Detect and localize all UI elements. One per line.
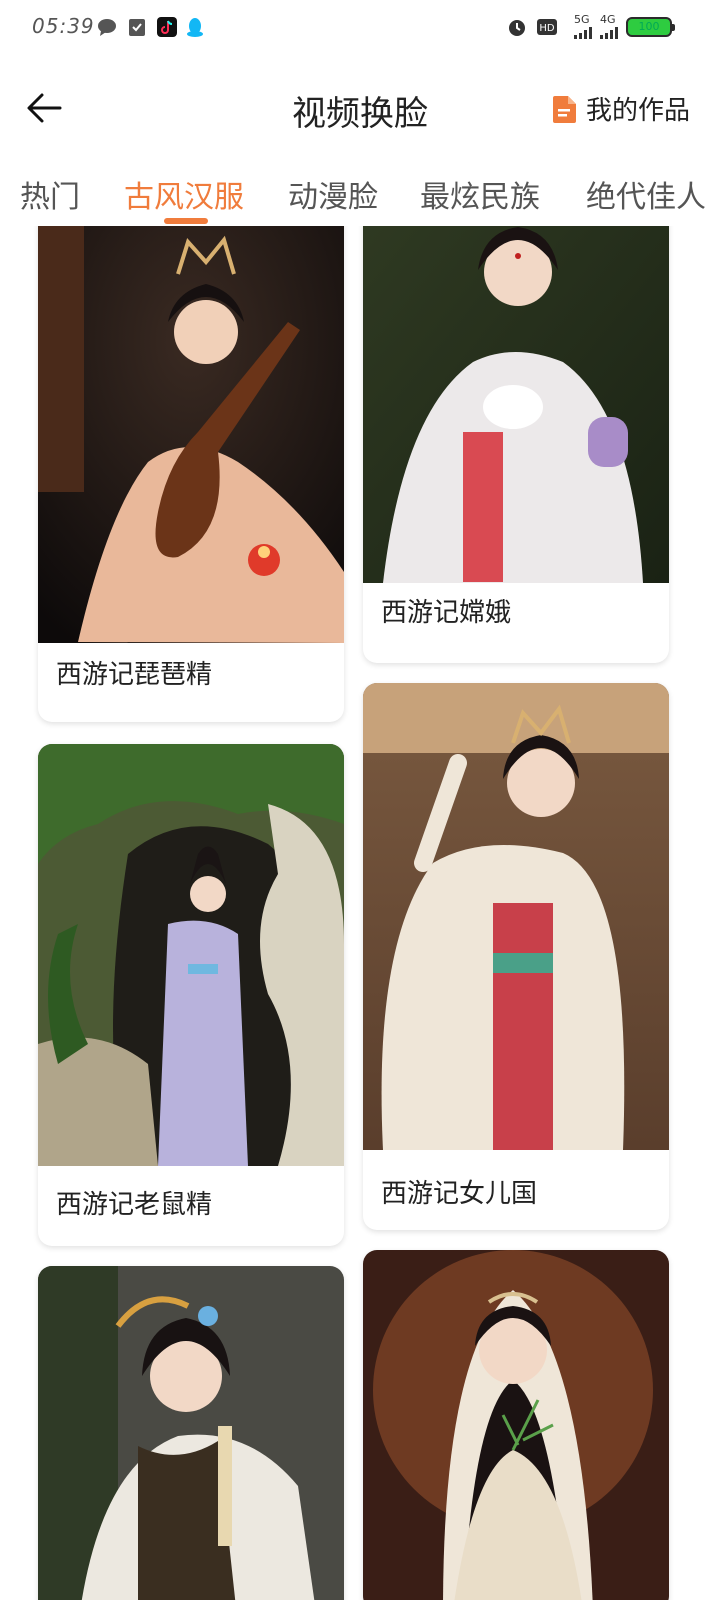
card-title: 西游记老鼠精: [56, 1190, 213, 1220]
card-title: 西游记女儿国: [381, 1179, 538, 1209]
tab-anime-face[interactable]: 动漫脸: [288, 172, 378, 216]
card-title: 西游记嫦娥: [381, 598, 512, 628]
card-thumbnail: [363, 1250, 669, 1600]
womens-kingdom-image: [363, 683, 669, 1150]
tab-beauty[interactable]: 绝代佳人: [586, 172, 706, 216]
card-thumbnail: [38, 226, 344, 643]
status-bar: 05:39 HD 5G 4G 100: [0, 0, 720, 56]
network-4g-label: 4G: [600, 13, 616, 26]
template-card[interactable]: 西游记老鼠精: [38, 744, 344, 1246]
template-card[interactable]: 西游记嫦娥: [363, 226, 669, 663]
template-card[interactable]: [38, 1266, 344, 1600]
signal-4g-icon: [600, 25, 618, 39]
signal-5g-icon: [574, 25, 592, 39]
hd-icon: HD: [537, 18, 557, 35]
template-card[interactable]: [363, 1250, 669, 1600]
tab-hot[interactable]: 热门: [20, 172, 80, 216]
status-time: 05:39: [32, 14, 95, 38]
qq-icon: [187, 18, 203, 37]
template-card[interactable]: 西游记女儿国: [363, 683, 669, 1230]
card-thumbnail: [38, 1266, 344, 1600]
pipa-woman-image: [38, 226, 344, 643]
battery-level: 100: [638, 20, 660, 33]
tab-ethnic[interactable]: 最炫民族: [420, 172, 540, 216]
svg-text:HD: HD: [539, 23, 555, 34]
guanyin-woman-image: [363, 1250, 669, 1600]
template-grid: 西游记琵琶精 西游记嫦娥 西游记老鼠精 西游记女儿国: [0, 226, 720, 1600]
category-tabs: 热门 古风汉服 动漫脸 最炫民族 绝代佳人: [0, 168, 720, 226]
grotto-woman-image: [38, 744, 344, 1166]
card-thumbnail: [363, 683, 669, 1150]
tiktok-icon: [157, 17, 177, 37]
card-thumbnail: [363, 226, 669, 583]
battery-icon: 100: [626, 16, 675, 37]
card-thumbnail: [38, 744, 344, 1166]
network-5g-label: 5G: [574, 13, 590, 26]
document-icon: [552, 95, 576, 123]
my-works-label: 我的作品: [585, 96, 690, 126]
card-title: 西游记琵琶精: [56, 660, 213, 690]
message-icon: [98, 19, 116, 36]
my-works-button[interactable]: 我的作品: [552, 90, 690, 127]
active-tab-indicator: [164, 218, 208, 224]
phoenix-crown-woman-image: [38, 1266, 344, 1600]
template-card[interactable]: 西游记琵琶精: [38, 226, 344, 722]
header: 视频换脸 我的作品: [0, 70, 720, 150]
moon-goddess-image: [363, 226, 669, 583]
status-right: HD 5G 4G 100: [506, 13, 675, 39]
clipboard-check-icon: [129, 19, 145, 36]
alarm-icon: [509, 19, 525, 36]
tab-ancient-hanfu[interactable]: 古风汉服: [124, 172, 244, 216]
